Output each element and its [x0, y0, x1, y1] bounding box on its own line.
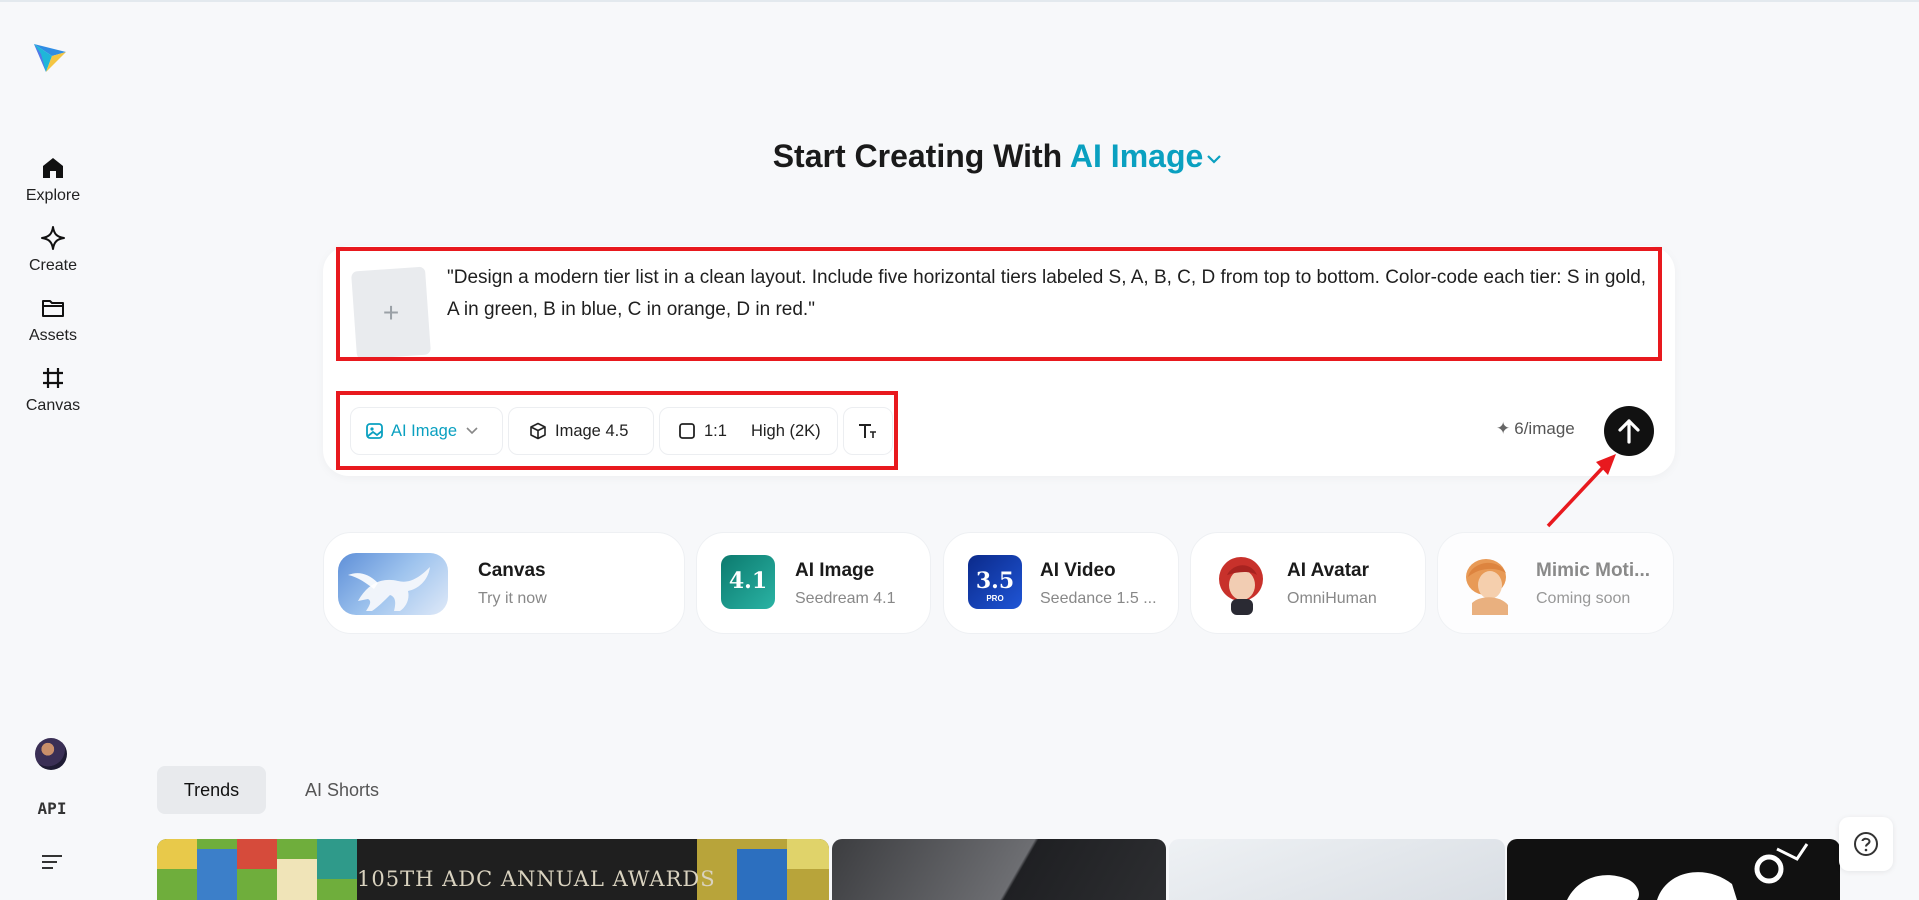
gallery-item[interactable]: 105TH ADC ANNUAL AWARDS — [157, 839, 829, 900]
feature-subtitle: Try it now — [478, 590, 547, 607]
mimic-character-thumbnail — [1466, 559, 1508, 615]
avatar[interactable] — [35, 738, 67, 770]
sidebar: Explore Create Assets Canvas API — [0, 0, 106, 900]
annotation-highlight-toolbar — [336, 391, 898, 470]
page-title: Start Creating With AI Image — [0, 138, 1919, 175]
menu-icon[interactable] — [41, 853, 63, 869]
canvas-thumbnail — [338, 553, 448, 615]
top-border — [0, 0, 1919, 2]
feature-subtitle: OmniHuman — [1287, 590, 1377, 607]
feature-card-ai-image[interactable]: 4.1 AI Image Seedream 4.1 — [696, 532, 931, 634]
annotation-highlight-prompt — [336, 247, 1662, 361]
diamond-icon — [41, 226, 65, 250]
title-prefix: Start Creating With — [772, 138, 1063, 174]
mode-selector-label: AI Image — [1069, 138, 1204, 174]
sidebar-item-label: Explore — [25, 187, 81, 204]
app-logo-icon[interactable] — [32, 38, 68, 74]
feature-title: AI Avatar — [1287, 560, 1370, 581]
sidebar-item-create[interactable]: Create — [0, 225, 106, 275]
sparkle-icon: ✦ — [1496, 419, 1511, 438]
feature-badge: 4.1 — [728, 568, 768, 594]
feature-card-mimic-motion[interactable]: Mimic Moti... Coming soon — [1437, 532, 1674, 634]
avatar-character-thumbnail — [1219, 557, 1263, 615]
feature-card-ai-avatar[interactable]: AI Avatar OmniHuman — [1190, 532, 1426, 634]
feature-title: Mimic Moti... — [1536, 560, 1650, 581]
folder-icon — [42, 300, 64, 317]
credit-cost-label: 6/image — [1514, 419, 1575, 438]
sidebar-item-assets[interactable]: Assets — [0, 295, 106, 345]
feature-title: AI Image — [795, 560, 875, 581]
sidebar-item-label: Canvas — [25, 397, 81, 414]
frame-icon — [43, 368, 63, 388]
tab-ai-shorts[interactable]: AI Shorts — [286, 766, 398, 814]
feature-badge-sub: PRO — [986, 594, 1004, 603]
seedream-logo: 4.1 — [721, 555, 775, 609]
gallery-item[interactable] — [1169, 839, 1505, 900]
chevron-down-icon — [1207, 154, 1222, 164]
feature-subtitle: Coming soon — [1536, 590, 1631, 607]
tab-trends[interactable]: Trends — [157, 766, 266, 814]
sidebar-item-label: Assets — [28, 327, 77, 344]
feature-badge: 3.5 — [975, 568, 1015, 594]
feature-title: Canvas — [478, 560, 546, 581]
gallery-item[interactable] — [832, 839, 1166, 900]
sidebar-item-canvas[interactable]: Canvas — [0, 365, 106, 415]
gallery-item-caption: 105TH ADC ANNUAL AWARDS — [357, 867, 716, 891]
question-icon — [1854, 832, 1878, 856]
feature-subtitle: Seedream 4.1 — [795, 590, 896, 607]
gallery-item[interactable] — [1507, 839, 1840, 900]
annotation-arrow-icon — [1546, 454, 1616, 528]
credit-cost: ✦ 6/image — [1496, 419, 1575, 439]
sidebar-item-label: Create — [28, 257, 78, 274]
feature-subtitle: Seedance 1.5 ... — [1040, 590, 1157, 607]
api-link[interactable]: API — [0, 799, 104, 818]
feature-title: AI Video — [1040, 560, 1116, 581]
help-button[interactable] — [1839, 817, 1893, 871]
mode-selector[interactable]: AI Image — [1070, 138, 1223, 174]
feature-card-ai-video[interactable]: 3.5 PRO AI Video Seedance 1.5 ... — [943, 532, 1179, 634]
feature-card-canvas[interactable]: Canvas Try it now — [323, 532, 685, 634]
seedance-logo: 3.5 PRO — [968, 555, 1022, 609]
